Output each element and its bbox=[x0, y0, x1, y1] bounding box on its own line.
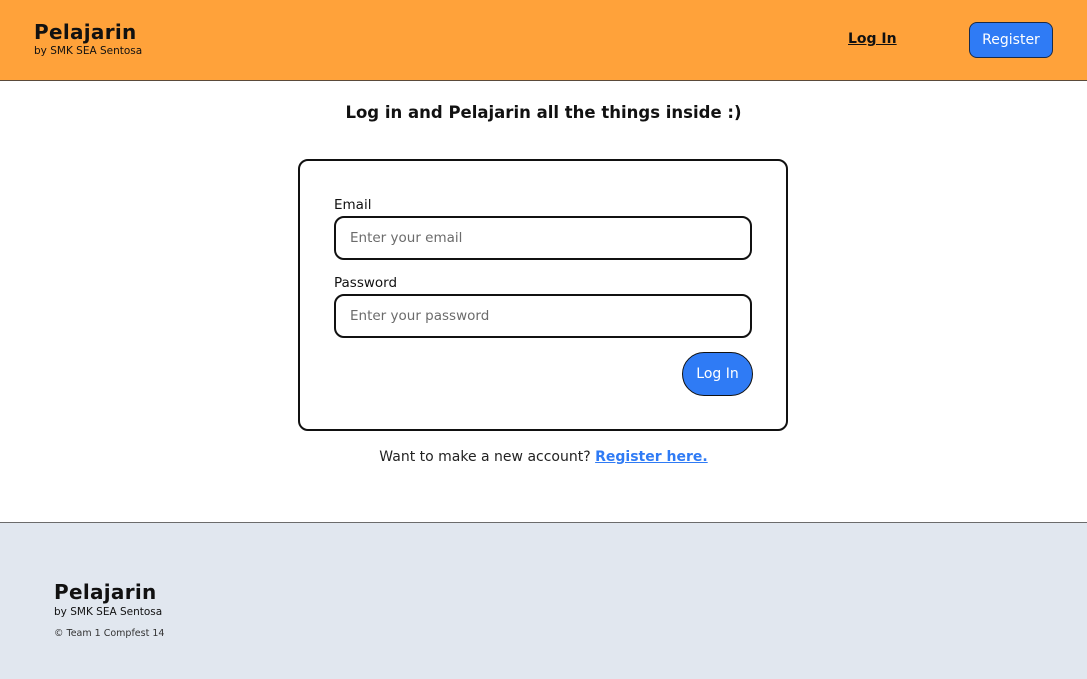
login-form-card: Email Password Log In bbox=[298, 159, 788, 431]
footer-brand-subtitle: by SMK SEA Sentosa bbox=[54, 606, 163, 618]
brand-title: Pelajarin bbox=[34, 20, 137, 44]
register-prompt-line: Want to make a new account? Register her… bbox=[0, 449, 1087, 465]
email-input[interactable] bbox=[334, 216, 752, 260]
register-here-link[interactable]: Register here. bbox=[595, 449, 708, 465]
page-heading: Log in and Pelajarin all the things insi… bbox=[345, 103, 742, 122]
footer-brand: Pelajarin by SMK SEA Sentosa © Team 1 Co… bbox=[54, 581, 164, 639]
register-prompt-text: Want to make a new account? bbox=[379, 449, 591, 465]
brand-subtitle: by SMK SEA Sentosa bbox=[34, 45, 143, 57]
password-input[interactable] bbox=[334, 294, 752, 338]
footer-brand-title: Pelajarin bbox=[54, 580, 157, 604]
footer-copyright: © Team 1 Compfest 14 bbox=[54, 628, 165, 639]
email-label: Email bbox=[334, 197, 372, 213]
footer: Pelajarin by SMK SEA Sentosa © Team 1 Co… bbox=[0, 522, 1087, 679]
password-label: Password bbox=[334, 275, 398, 291]
top-navbar: Pelajarin by SMK SEA Sentosa Log In Regi… bbox=[0, 0, 1087, 81]
login-submit-button[interactable]: Log In bbox=[682, 352, 753, 396]
nav-login-link[interactable]: Log In bbox=[848, 31, 897, 47]
nav-register-button[interactable]: Register bbox=[969, 22, 1053, 58]
brand-logo[interactable]: Pelajarin by SMK SEA Sentosa bbox=[34, 21, 142, 58]
